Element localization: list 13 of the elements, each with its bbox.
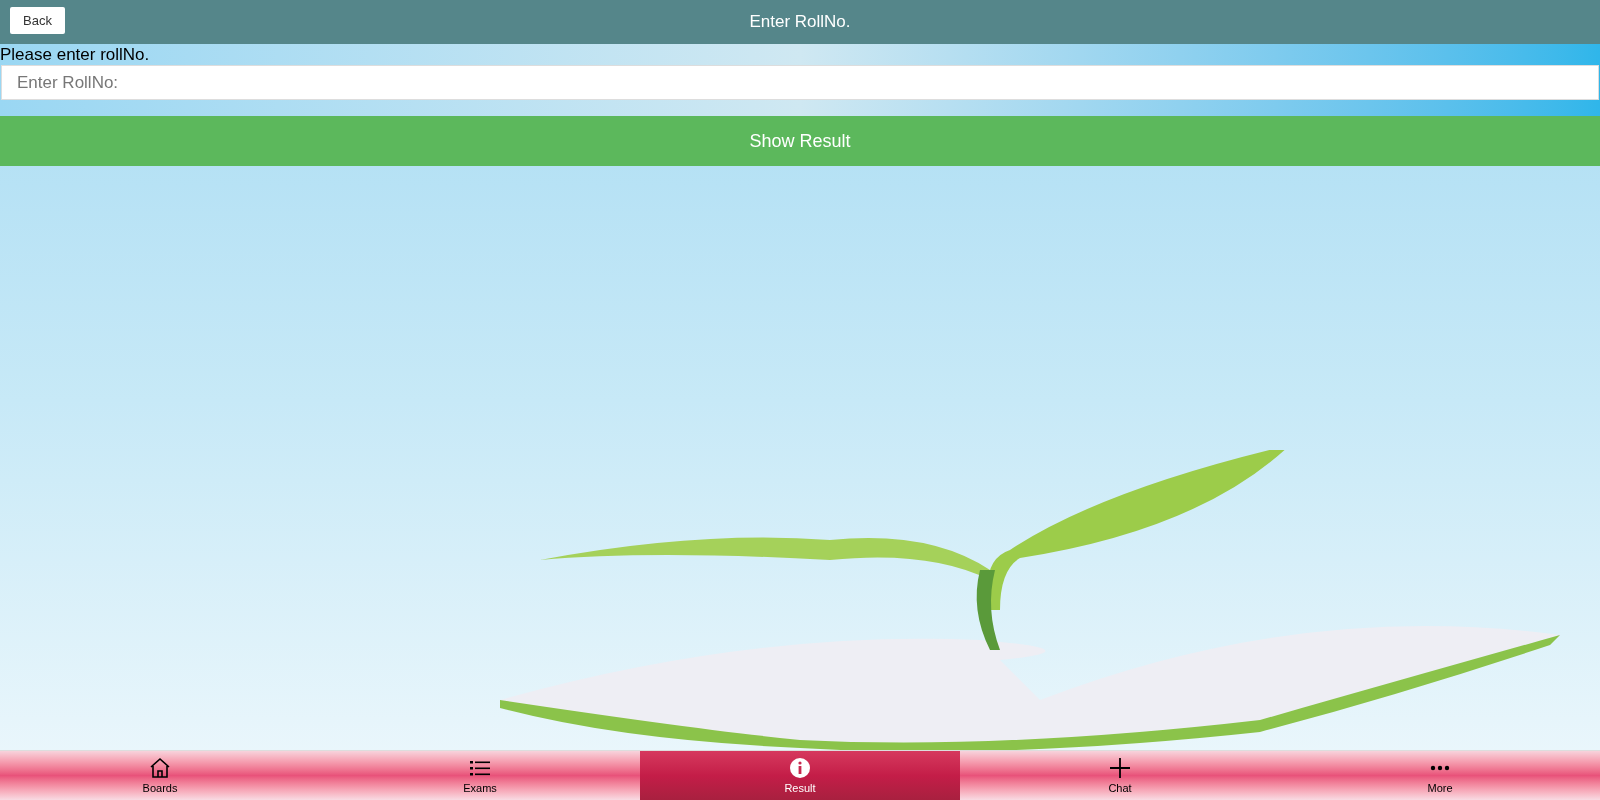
nav-tab[interactable]: Boards — [0, 751, 320, 800]
page-title: Enter RollNo. — [749, 11, 851, 34]
nav-tab[interactable]: Chat — [960, 751, 1280, 800]
field-label: Please enter rollNo. — [0, 44, 150, 65]
info-icon — [789, 757, 811, 779]
more-icon — [1430, 765, 1450, 771]
house-icon — [149, 757, 171, 779]
nav-tab[interactable]: More — [1280, 751, 1600, 800]
back-button[interactable]: Back — [10, 7, 65, 34]
nav-tab[interactable]: Result — [640, 751, 960, 800]
nav-tab[interactable]: Exams — [320, 751, 640, 800]
plus-icon — [1109, 757, 1131, 779]
rollno-input-field[interactable]: Enter RollNo: — [1, 65, 1599, 100]
